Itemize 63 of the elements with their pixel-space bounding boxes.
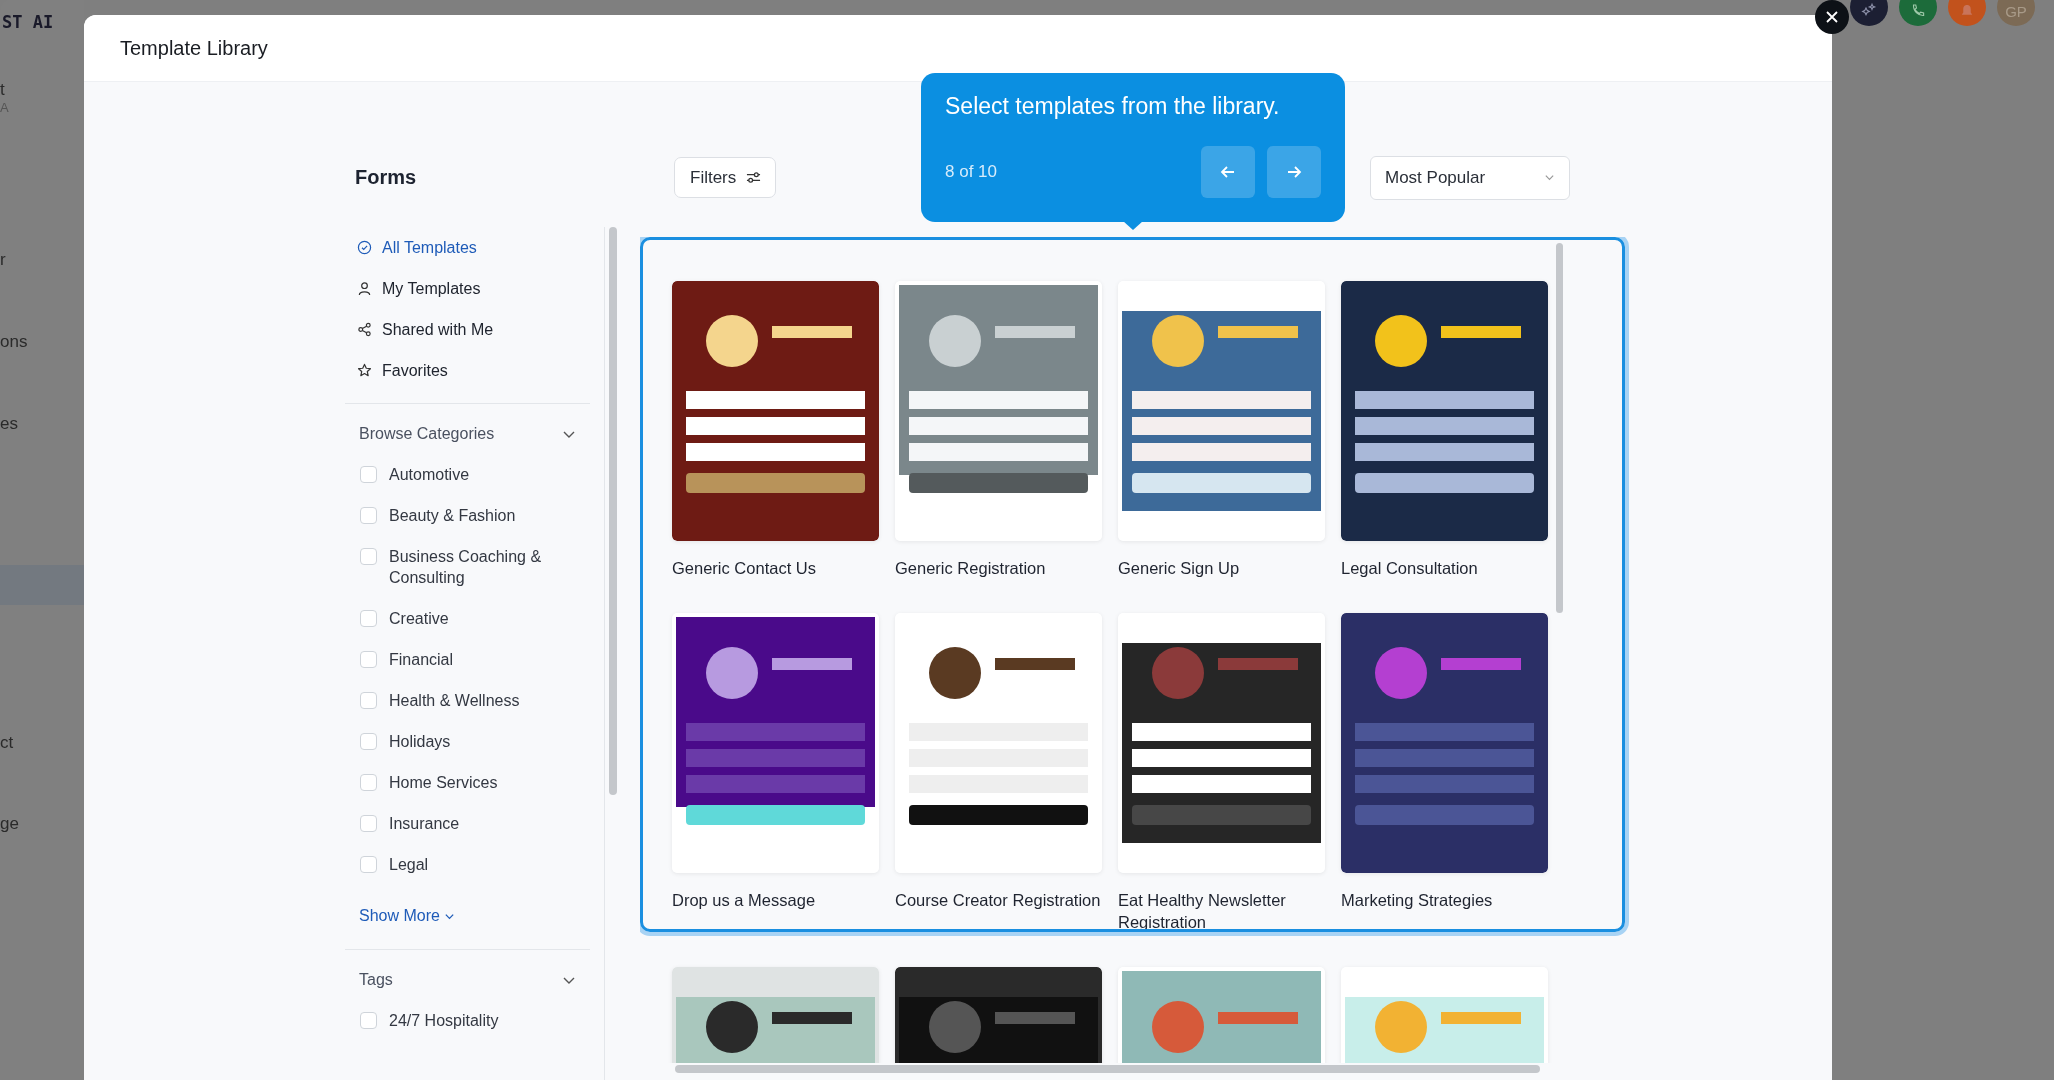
sidebar-label: ons — [0, 332, 28, 352]
tag-label: 24/7 Hospitality — [389, 1011, 499, 1031]
step-counter: 8 of 10 — [945, 162, 997, 182]
close-icon — [1824, 9, 1840, 25]
sidebar-label: es — [0, 414, 18, 434]
template-title[interactable]: Generic Registration — [895, 557, 1102, 579]
scrollbar-thumb[interactable] — [609, 227, 618, 795]
category-label: Beauty & Fashion — [389, 506, 516, 526]
template-title[interactable]: Marketing Strategies — [1341, 889, 1548, 911]
checkbox[interactable] — [360, 610, 377, 627]
brand-logo: ST AI — [2, 12, 54, 32]
modal-title: Template Library — [120, 36, 268, 60]
user-icon — [357, 281, 372, 296]
category-label: Automotive — [389, 465, 470, 485]
sidebar-label: t — [0, 80, 5, 100]
checkbox[interactable] — [360, 692, 377, 709]
category-label: Creative — [389, 609, 449, 629]
category-label: Health & Wellness — [389, 691, 520, 711]
show-more-link[interactable]: Show More — [359, 907, 455, 925]
star-icon — [357, 363, 372, 378]
share-icon — [357, 322, 372, 337]
checkbox[interactable] — [360, 651, 377, 668]
tooltip-text: Select templates from the library. — [945, 93, 1281, 120]
section-heading: Browse Categories — [359, 425, 495, 443]
check-circle-icon — [357, 240, 372, 255]
sidebar-label: ct — [0, 733, 14, 753]
checkbox[interactable] — [360, 856, 377, 873]
sort-dropdown[interactable]: Most Popular — [1370, 155, 1570, 200]
category-label: Insurance — [389, 814, 460, 834]
category-label: Business Coaching & Consulting — [389, 547, 543, 588]
next-button[interactable] — [1267, 146, 1321, 198]
category-label: Holidays — [389, 732, 451, 752]
template-title[interactable]: Generic Contact Us — [672, 557, 879, 579]
category-label: Financial — [389, 650, 454, 670]
checkbox[interactable] — [360, 548, 377, 565]
template-title[interactable]: Eat Healthy Newsletter Registration — [1118, 889, 1325, 933]
filters-button[interactable]: Filters — [674, 157, 777, 198]
category-label: Home Services — [389, 773, 498, 793]
checkbox[interactable] — [360, 466, 377, 483]
template-title[interactable]: Drop us a Message — [672, 889, 879, 911]
checkbox[interactable] — [360, 733, 377, 750]
checkbox[interactable] — [360, 1012, 377, 1029]
close-button[interactable] — [1815, 0, 1849, 34]
template-title[interactable]: Generic Sign Up — [1118, 557, 1325, 579]
sidebar-label: ge — [0, 814, 19, 834]
scrollbar-thumb[interactable] — [675, 1065, 1540, 1073]
section-title: Forms — [354, 165, 418, 190]
nav-item[interactable]: All Templates — [345, 227, 591, 268]
checkbox[interactable] — [360, 774, 377, 791]
nav-item[interactable]: Shared with Me — [345, 309, 591, 350]
previous-button[interactable] — [1201, 146, 1255, 198]
nav-item[interactable]: Favorites — [345, 350, 591, 391]
template-title[interactable]: Legal Consultation — [1341, 557, 1548, 579]
scrollbar-thumb[interactable] — [1556, 243, 1563, 613]
section-heading: Tags — [359, 971, 393, 989]
checkbox[interactable] — [360, 815, 377, 832]
sliders-icon — [746, 170, 762, 185]
nav-item[interactable]: My Templates — [345, 268, 591, 309]
chevron-icon — [1544, 172, 1555, 183]
category-label: Legal — [389, 855, 429, 875]
template-title[interactable]: Course Creator Registration — [895, 889, 1102, 911]
sidebar-label: r — [0, 250, 6, 270]
checkbox[interactable] — [360, 507, 377, 524]
